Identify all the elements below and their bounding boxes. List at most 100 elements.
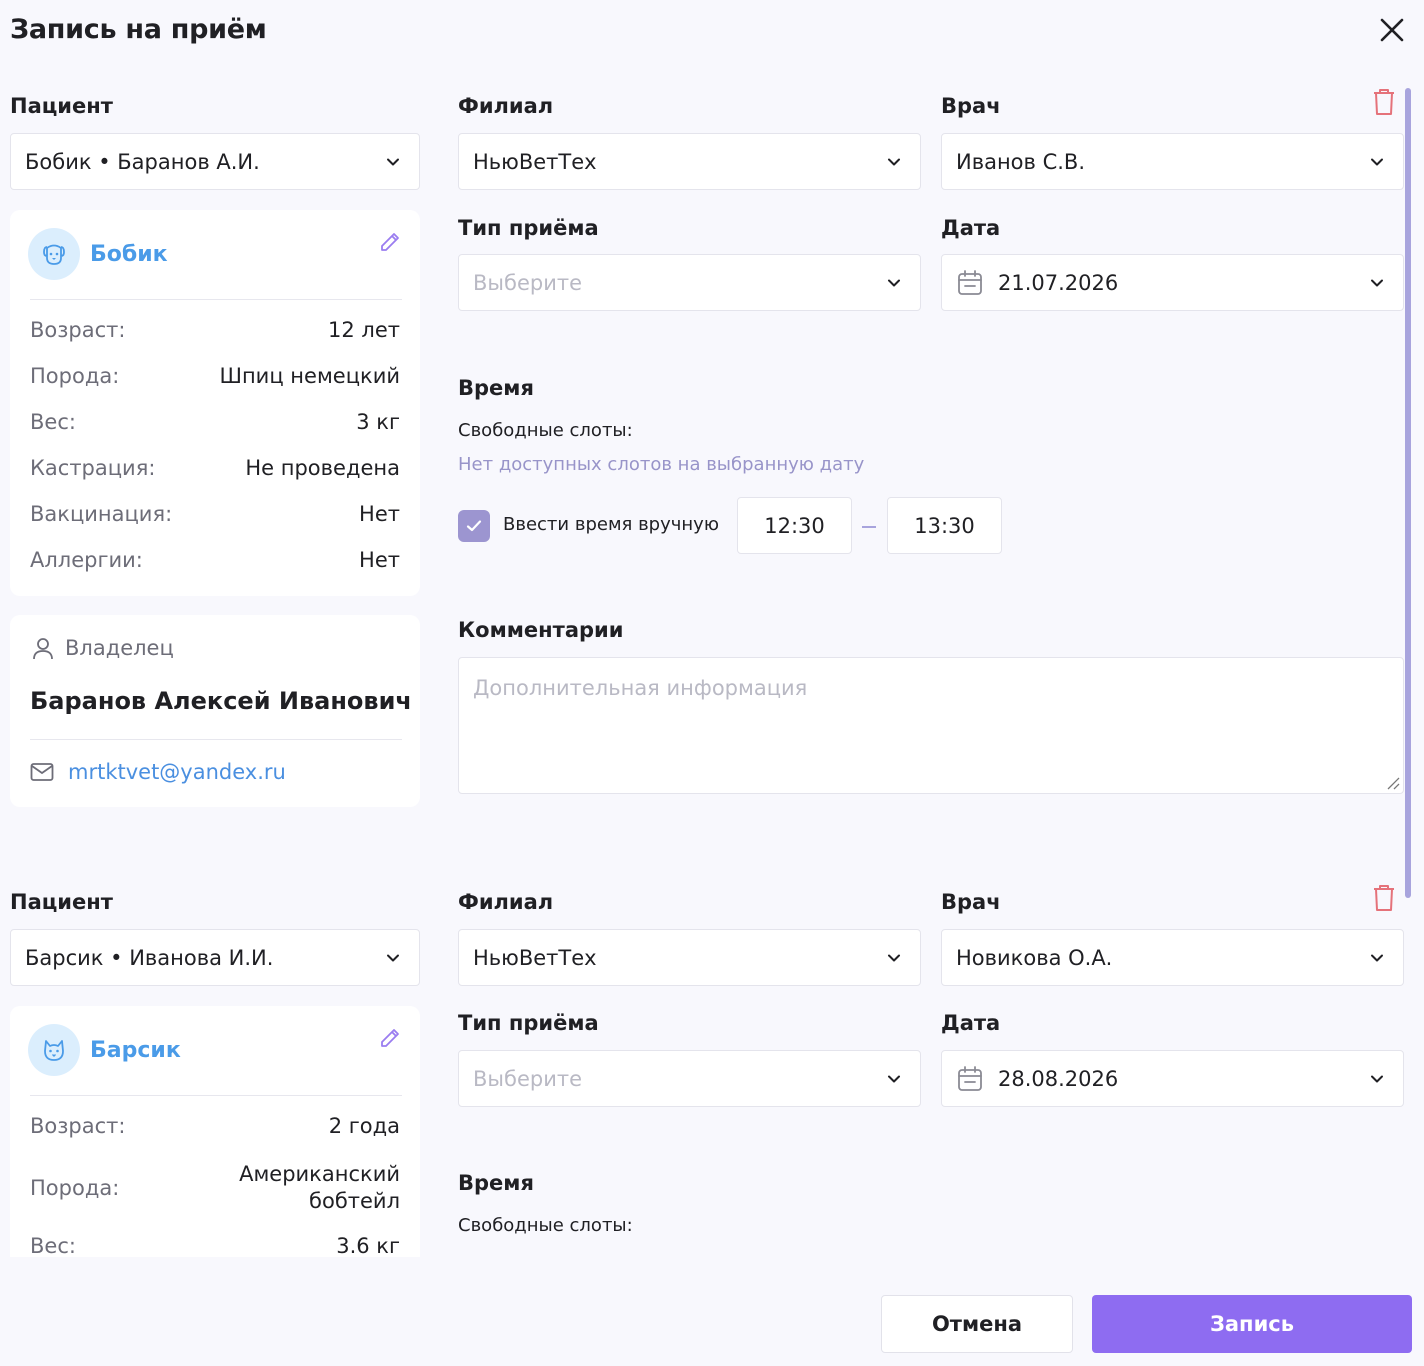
branch-label: Филиал xyxy=(458,94,554,118)
pet-field-row: Порода: Американский бобтейл xyxy=(30,1160,400,1216)
date-value: 28.08.2026 xyxy=(998,1066,1119,1091)
branch-label: Филиал xyxy=(458,890,554,914)
scrollbar[interactable] xyxy=(1405,88,1411,898)
chevron-down-icon xyxy=(888,158,900,166)
time-label: Время xyxy=(458,376,534,400)
comments-textarea[interactable]: Дополнительная информация xyxy=(458,657,1404,794)
dialog-title: Запись на приём xyxy=(10,14,267,45)
chevron-down-icon xyxy=(1371,954,1383,962)
field-key: Порода: xyxy=(30,364,120,388)
chevron-down-icon xyxy=(387,954,399,962)
field-value: Нет xyxy=(359,548,400,572)
field-key: Кастрация: xyxy=(30,456,156,480)
no-slots-message: Нет доступных слотов на выбранную дату xyxy=(458,454,865,475)
delete-trash-icon[interactable] xyxy=(1371,883,1397,913)
branch-select[interactable]: НьюВетТех xyxy=(458,133,921,190)
pet-field-row: Вес: 3.6 кг xyxy=(30,1234,400,1257)
chevron-down-icon xyxy=(888,279,900,287)
chevron-down-icon xyxy=(387,158,399,166)
field-key: Возраст: xyxy=(30,1114,126,1138)
close-icon[interactable] xyxy=(1376,14,1408,46)
field-value: 3 кг xyxy=(356,410,400,434)
field-key: Вес: xyxy=(30,410,76,434)
owner-card: Владелец Баранов Алексей Иванович mrtktv… xyxy=(10,615,420,807)
pet-field-row: Кастрация: Не проведена xyxy=(30,456,400,480)
field-key: Вес: xyxy=(30,1234,76,1257)
owner-label: Владелец xyxy=(65,636,174,660)
branch-select-value: НьюВетТех xyxy=(473,149,597,174)
edit-pencil-icon[interactable] xyxy=(378,1026,402,1050)
time-from-input[interactable]: 12:30 xyxy=(737,497,852,554)
checkmark-icon xyxy=(466,520,482,532)
mail-icon xyxy=(30,763,54,781)
date-label: Дата xyxy=(941,1011,1001,1035)
manual-time-label: Ввести время вручную xyxy=(503,514,719,535)
chevron-down-icon xyxy=(888,954,900,962)
type-select[interactable]: Выберите xyxy=(458,1050,921,1107)
field-value: 3.6 кг xyxy=(336,1234,400,1257)
time-label: Время xyxy=(458,1171,534,1195)
comments-label: Комментарии xyxy=(458,618,624,642)
field-value: Шпиц немецкий xyxy=(219,364,401,388)
chevron-down-icon xyxy=(1371,1075,1383,1083)
pet-field-row: Вес: 3 кг xyxy=(30,410,400,434)
pet-field-row: Вакцинация: Нет xyxy=(30,502,400,526)
chevron-down-icon xyxy=(1371,158,1383,166)
type-select-placeholder: Выберите xyxy=(473,1066,582,1091)
doctor-select[interactable]: Иванов С.В. xyxy=(941,133,1404,190)
branch-select[interactable]: НьюВетТех xyxy=(458,929,921,986)
comments-placeholder: Дополнительная информация xyxy=(473,676,808,700)
delete-trash-icon[interactable] xyxy=(1371,87,1397,117)
time-to-input[interactable]: 13:30 xyxy=(887,497,1002,554)
pet-name: Бобик xyxy=(90,241,168,267)
cancel-button[interactable]: Отмена xyxy=(881,1295,1073,1353)
field-key: Вакцинация: xyxy=(30,502,173,526)
free-slots-label: Свободные слоты: xyxy=(458,1215,633,1236)
type-select[interactable]: Выберите xyxy=(458,254,921,311)
appointments-scroll-area[interactable]: Пациент Бобик • Баранов А.И. Бобик Возра… xyxy=(0,70,1424,1257)
calendar-icon xyxy=(958,1065,982,1091)
date-picker[interactable]: 28.08.2026 xyxy=(941,1050,1404,1107)
type-label: Тип приёма xyxy=(458,1011,599,1035)
patient-label: Пациент xyxy=(10,890,113,914)
field-value: 12 лет xyxy=(328,318,400,342)
dog-icon xyxy=(28,228,80,280)
chevron-down-icon xyxy=(888,1075,900,1083)
edit-pencil-icon[interactable] xyxy=(378,230,402,254)
owner-name: Баранов Алексей Иванович xyxy=(30,687,412,715)
patient-select[interactable]: Барсик • Иванова И.И. xyxy=(10,929,420,986)
field-value: Нет xyxy=(359,502,400,526)
resize-handle-icon[interactable] xyxy=(1386,776,1400,790)
field-value: 2 года xyxy=(328,1114,400,1138)
date-value: 21.07.2026 xyxy=(998,270,1119,295)
pet-field-row: Порода: Шпиц немецкий xyxy=(30,364,400,388)
free-slots-label: Свободные слоты: xyxy=(458,420,633,441)
doctor-select[interactable]: Новикова О.А. xyxy=(941,929,1404,986)
patient-select-value: Бобик • Баранов А.И. xyxy=(25,149,260,174)
doctor-label: Врач xyxy=(941,94,1001,118)
patient-select[interactable]: Бобик • Баранов А.И. xyxy=(10,133,420,190)
date-label: Дата xyxy=(941,216,1001,240)
pet-field-row: Аллергии: Нет xyxy=(30,548,400,572)
manual-time-checkbox[interactable] xyxy=(458,510,490,542)
patient-select-value: Барсик • Иванова И.И. xyxy=(25,945,274,970)
user-icon xyxy=(33,638,53,660)
field-key: Возраст: xyxy=(30,318,126,342)
doctor-select-value: Иванов С.В. xyxy=(956,149,1086,174)
branch-select-value: НьюВетТех xyxy=(473,945,597,970)
pet-field-row: Возраст: 2 года xyxy=(30,1114,400,1138)
pet-card: Барсик Возраст: 2 года Порода: Американски… xyxy=(10,1006,420,1257)
owner-email: mrtktvet@yandex.ru xyxy=(68,760,286,784)
submit-button[interactable]: Запись xyxy=(1092,1295,1412,1353)
field-value: Американский бобтейл xyxy=(239,1162,400,1213)
pet-name: Барсик xyxy=(90,1037,181,1063)
date-picker[interactable]: 21.07.2026 xyxy=(941,254,1404,311)
pet-field-row: Возраст: 12 лет xyxy=(30,318,400,342)
chevron-down-icon xyxy=(1371,279,1383,287)
type-select-placeholder: Выберите xyxy=(473,270,582,295)
doctor-label: Врач xyxy=(941,890,1001,914)
field-value: Не проведена xyxy=(245,456,400,480)
owner-email-link[interactable]: mrtktvet@yandex.ru xyxy=(30,760,286,784)
pet-card: Бобик Возраст: 12 лет Порода: Шпиц немецки… xyxy=(10,210,420,596)
calendar-icon xyxy=(958,269,982,295)
